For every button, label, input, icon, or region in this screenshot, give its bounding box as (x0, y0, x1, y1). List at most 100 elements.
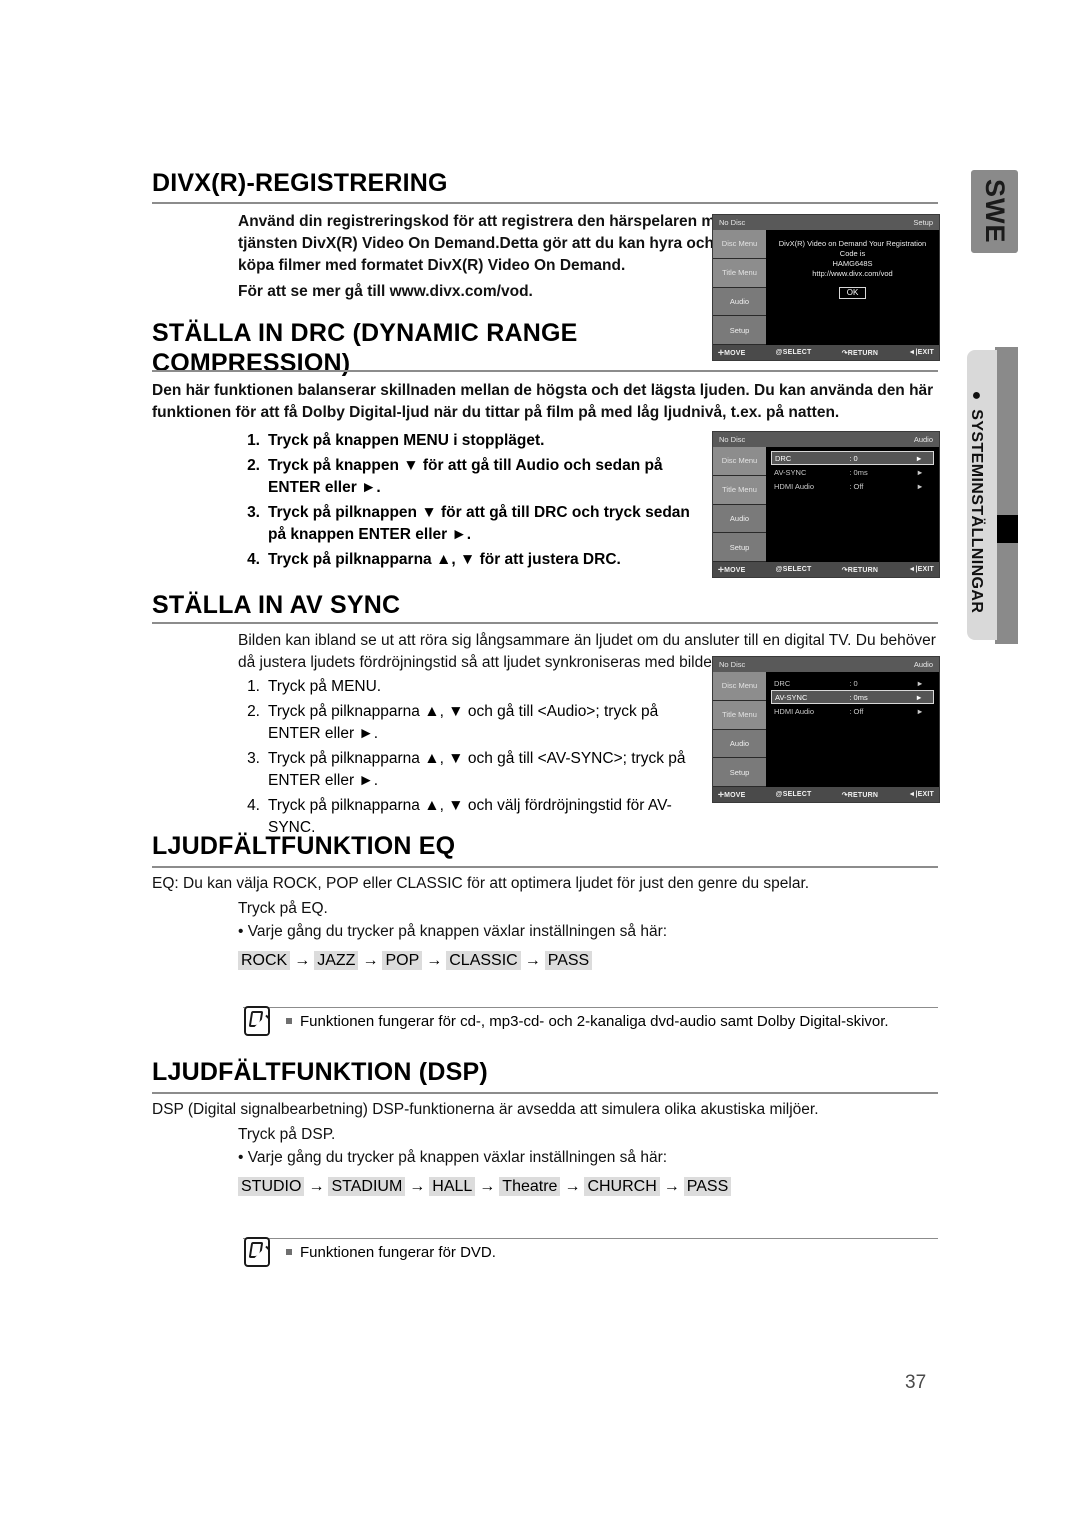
eq-chain-item-classic: CLASSIC (446, 951, 521, 970)
eq-chain: ROCK → JAZZ → POP → CLASSIC → PASS (238, 950, 593, 972)
osd-avsync-title: Audio (913, 660, 933, 669)
bullet-square-icon (286, 1249, 292, 1255)
osd-footer-move[interactable]: ✛MOVE (718, 791, 746, 799)
arrow-right-icon: → (362, 952, 379, 969)
bullet-square-icon (286, 1018, 292, 1024)
eq-chain-item-pass: PASS (544, 951, 593, 970)
select-icon: @ (775, 566, 783, 573)
osd-avsync-row-hdmi-audio[interactable]: HDMI Audio : Off ► (771, 704, 934, 718)
select-icon: @ (775, 791, 783, 798)
osd-footer-select[interactable]: @SELECT (776, 349, 812, 356)
chevron-right-icon: ► (915, 453, 923, 463)
divx-body-line3: köpa filmer med formatet DivX(R) Video O… (238, 257, 626, 274)
eq-intro: EQ: Du kan välja ROCK, POP eller CLASSIC… (152, 875, 810, 892)
arrow-right-icon: → (426, 952, 443, 969)
osd-menu-item-disc-menu[interactable]: Disc Menu (713, 230, 766, 259)
drc-step-4: 4. Tryck på pilknapparna ▲, ▼ för att ju… (238, 549, 708, 571)
osd-drc-row-avsync-label: AV-SYNC (774, 467, 807, 477)
osd-menu-item-setup[interactable]: Setup (713, 533, 766, 562)
osd-menu-item-title-menu[interactable]: Title Menu (713, 258, 766, 288)
chapter-rail-marker (995, 515, 1018, 543)
osd-divx-footer: ✛MOVE @SELECT ↷RETURN ◄|EXIT (713, 345, 939, 360)
avsync-steps-list: 1. Tryck på MENU. 2. Tryck på pilknappar… (238, 676, 708, 842)
osd-drc-row-avsync-value: : 0ms (849, 467, 868, 477)
avsync-step-4-number: 4. (247, 797, 260, 814)
divider-dsp (152, 1092, 938, 1094)
osd-menu-item-audio[interactable]: Audio (713, 504, 766, 534)
dsp-chain-item-hall: HALL (429, 1177, 476, 1196)
osd-footer-move[interactable]: ✛MOVE (718, 566, 746, 574)
osd-footer-return[interactable]: ↷RETURN (842, 566, 878, 574)
osd-avsync-row-avsync-label: AV-SYNC (775, 692, 808, 702)
note-icon (244, 1237, 270, 1267)
osd-avsync-row-hdmi-value: : Off (849, 706, 864, 716)
manual-page: DIVX(R)-REGISTRERING Använd din registre… (0, 0, 1080, 1524)
osd-divx-disc-status: No Disc (719, 218, 746, 227)
chevron-right-icon: ► (916, 706, 924, 716)
osd-footer-select[interactable]: @SELECT (776, 566, 812, 573)
osd-drc-footer: ✛MOVE @SELECT ↷RETURN ◄|EXIT (713, 562, 939, 577)
drc-step-2-text: Tryck på knappen ▼ för att gå till Audio… (268, 457, 663, 496)
osd-footer-move[interactable]: ✛MOVE (718, 349, 746, 357)
osd-menu-item-disc-menu[interactable]: Disc Menu (713, 672, 766, 701)
eq-note-text: Funktionen fungerar för cd-, mp3-cd- och… (286, 1012, 936, 1032)
divider-eq (152, 866, 938, 868)
osd-menu-item-audio[interactable]: Audio (713, 287, 766, 317)
drc-step-3-text: Tryck på pilknappen ▼ för att gå till DR… (268, 504, 690, 543)
bullet-dot-icon: ● (968, 386, 985, 405)
section-heading-drc-line2: COMPRESSION) (152, 349, 351, 377)
osd-avsync-row-avsync-value: : 0ms (849, 692, 868, 702)
osd-footer-select[interactable]: @SELECT (776, 791, 812, 798)
arrow-right-icon: → (294, 952, 311, 969)
osd-drc-row-hdmi-audio[interactable]: HDMI Audio : Off ► (771, 479, 934, 493)
osd-drc-sidemenu: Disc Menu Title Menu Audio Setup (713, 447, 766, 562)
dsp-chain-item-pass: PASS (683, 1177, 732, 1196)
chevron-right-icon: ► (915, 692, 923, 702)
section-heading-avsync: STÄLLA IN AV SYNC (152, 591, 401, 619)
osd-footer-exit[interactable]: ◄|EXIT (908, 791, 934, 798)
osd-drc-row-drc[interactable]: DRC : 0 ► (771, 451, 934, 465)
page-number: 37 (905, 1372, 927, 1393)
divider-avsync (152, 622, 938, 624)
avsync-step-2-text: Tryck på pilknapparna ▲, ▼ och gå till <… (268, 703, 659, 742)
osd-menu-item-title-menu[interactable]: Title Menu (713, 475, 766, 505)
osd-footer-return[interactable]: ↷RETURN (842, 791, 878, 799)
drc-step-3-number: 3. (247, 504, 260, 521)
select-icon: @ (775, 349, 783, 356)
osd-drc-row-hdmi-value: : Off (849, 481, 864, 491)
avsync-step-2: 2. Tryck på pilknapparna ▲, ▼ och gå til… (238, 701, 708, 745)
drc-step-2-number: 2. (247, 457, 260, 474)
osd-avsync-titlebar: No Disc Audio (713, 657, 939, 672)
osd-menu-item-disc-menu[interactable]: Disc Menu (713, 447, 766, 476)
osd-footer-exit[interactable]: ◄|EXIT (908, 349, 934, 356)
divider-dsp-note (243, 1238, 938, 1239)
drc-step-1: 1. Tryck på knappen MENU i stoppläget. (238, 430, 708, 452)
osd-avsync-row-avsync[interactable]: AV-SYNC : 0ms ► (771, 690, 934, 704)
language-tab-label: SWE (980, 179, 1010, 244)
dsp-bullet: • Varje gång du trycker på knappen växla… (238, 1149, 668, 1166)
osd-menu-item-setup[interactable]: Setup (713, 316, 766, 345)
divx-body-line4: För att se mer gå till www.divx.com/vod. (238, 283, 533, 300)
osd-menu-item-setup[interactable]: Setup (713, 758, 766, 787)
osd-drc-body: DRC : 0 ► AV-SYNC : 0ms ► HDMI Audio : O… (766, 447, 939, 562)
osd-divx-ok-button[interactable]: OK (838, 287, 867, 299)
osd-footer-exit[interactable]: ◄|EXIT (908, 566, 934, 573)
osd-divx-body: DivX(R) Video on Demand Your Registratio… (766, 230, 939, 345)
osd-drc-row-drc-value: : 0 (849, 453, 858, 463)
osd-avsync-row-hdmi-label: HDMI Audio (774, 706, 815, 716)
osd-menu-item-audio[interactable]: Audio (713, 729, 766, 759)
avsync-intro-line1: Bilden kan ibland se ut att röra sig lån… (238, 632, 936, 649)
osd-drc-row-drc-label: DRC (775, 453, 792, 463)
divider-drc (152, 370, 938, 372)
osd-footer-return[interactable]: ↷RETURN (842, 349, 878, 357)
osd-drc-row-avsync[interactable]: AV-SYNC : 0ms ► (771, 465, 934, 479)
osd-avsync-sidemenu: Disc Menu Title Menu Audio Setup (713, 672, 766, 787)
dsp-press: Tryck på DSP. (238, 1126, 336, 1143)
drc-steps-list: 1. Tryck på knappen MENU i stoppläget. 2… (238, 430, 708, 574)
osd-menu-item-title-menu[interactable]: Title Menu (713, 700, 766, 730)
osd-screenshot-avsync: No Disc Audio Disc Menu Title Menu Audio… (712, 656, 940, 803)
osd-avsync-row-drc[interactable]: DRC : 0 ► (771, 676, 934, 690)
arrow-right-icon: → (524, 952, 541, 969)
arrow-right-icon: → (479, 1178, 496, 1195)
osd-divx-titlebar: No Disc Setup (713, 215, 939, 230)
